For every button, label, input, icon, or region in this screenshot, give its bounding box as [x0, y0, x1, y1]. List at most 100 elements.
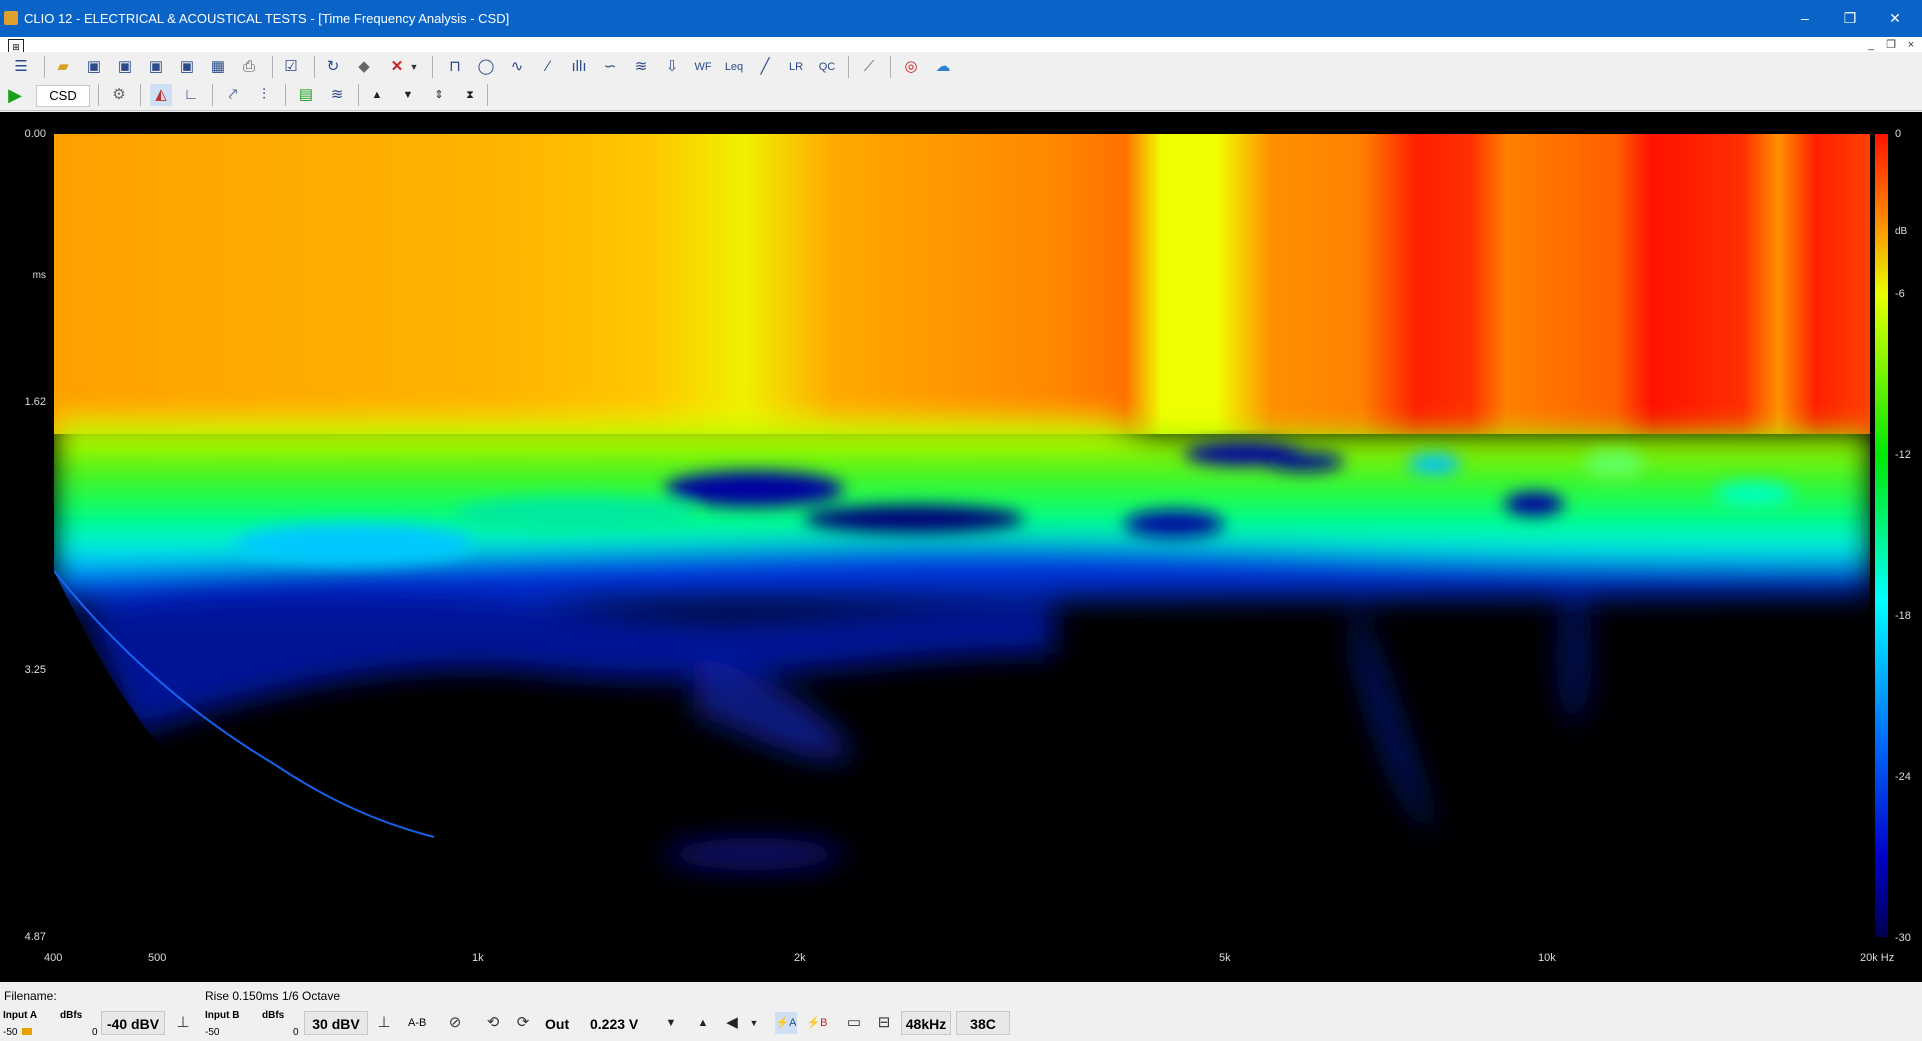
settings-gear-icon[interactable]: ⚙ — [108, 84, 130, 106]
gen-b-icon[interactable]: ⚡B — [806, 1012, 828, 1034]
gen-a-icon[interactable]: ⚡A — [775, 1012, 797, 1034]
y-tick-label: 4.87 — [24, 931, 46, 943]
separator — [487, 84, 488, 106]
delete-icon[interactable]: ✕ — [386, 56, 408, 78]
y-tick-label: 3.25 — [24, 664, 46, 676]
colorbar-tick-label: -6 — [1895, 288, 1905, 300]
save-icon[interactable]: ▣ — [83, 56, 105, 78]
input-a-range-button[interactable]: -40 dBV — [101, 1011, 165, 1035]
qc-icon[interactable]: QC — [816, 56, 838, 78]
hardware-icon[interactable]: ▭ — [843, 1012, 865, 1034]
mode-selector[interactable]: CSD — [36, 85, 90, 107]
loop-b-icon[interactable]: ⟳ — [512, 1012, 534, 1034]
colorbar-tick-label: 0 — [1895, 128, 1902, 140]
fft-icon[interactable]: ∿ — [506, 56, 528, 78]
csd-plot-panel[interactable]: 0.00 ms 1.62 3.25 4.87 400 500 1k 2k 5k … — [0, 112, 1922, 982]
output-down-icon[interactable]: ▼ — [660, 1012, 682, 1034]
menu-icon[interactable]: ☰ — [10, 56, 32, 78]
chevron-down-icon[interactable]: ▼ — [408, 56, 420, 78]
output-level[interactable]: 0.223 V — [590, 1016, 638, 1032]
input-b-label: Input B — [205, 1010, 240, 1021]
input-a-label: Input A — [3, 1010, 38, 1021]
y-tick-label: 1.62 — [24, 396, 46, 408]
input-b-coupling-icon[interactable]: ⊥ — [373, 1012, 395, 1034]
mdi-restore-button[interactable]: ❐ — [1884, 38, 1898, 52]
ruler-icon[interactable]: ⟋ — [858, 56, 880, 78]
save-image-icon[interactable]: ▣ — [176, 56, 198, 78]
main-toolbar: ☰ ▰ ▣ ▣ ▣ ▣ ▦ ⎙ ☑ ↻ ◆ ✕ ▼ ⊓ ◯ ∿ ∕ ıllı ∽… — [0, 52, 1922, 82]
title-bar: CLIO 12 - ELECTRICAL & ACOUSTICAL TESTS … — [0, 0, 1922, 37]
waterfall-view-icon[interactable]: ◭ — [150, 84, 172, 106]
measurement-toolbar: ▶ CSD ⚙ ◭ ∟ ⤤ ⫶ ▤ ≋ ▲ ▼ ⇕ ⧗ — [0, 82, 1922, 111]
arrow-down-icon[interactable]: ▼ — [397, 84, 419, 106]
app-logo-icon — [4, 11, 18, 25]
minimize-button[interactable]: – — [1790, 6, 1820, 30]
csd-spectrogram[interactable] — [54, 134, 1870, 937]
temperature-display: 38C — [956, 1011, 1010, 1035]
print-icon[interactable]: ⎙ — [238, 56, 260, 78]
input-a-coupling-icon[interactable]: ⊥ — [172, 1012, 194, 1034]
separator — [314, 56, 315, 78]
colorbar-tick-label: -12 — [1895, 449, 1911, 461]
expand-icon[interactable]: ⇕ — [428, 84, 450, 106]
checklist-icon[interactable]: ☑ — [280, 56, 302, 78]
status-bar: Filename: Rise 0.150ms 1/6 Octave Input … — [0, 983, 1922, 1041]
x-tick-label: 2k — [794, 952, 806, 964]
microphone-icon[interactable]: ⇩ — [661, 56, 683, 78]
speaker-icon[interactable]: ◀ — [721, 1012, 743, 1034]
x-tick-label: 10k — [1538, 952, 1556, 964]
separator — [848, 56, 849, 78]
colormap-icon[interactable]: ▤ — [295, 84, 317, 106]
a-minus-b-button[interactable]: A-B — [408, 1017, 426, 1029]
calendar-icon[interactable]: ▦ — [207, 56, 229, 78]
color-scale-bar — [1875, 134, 1888, 937]
axis-icon[interactable]: ∟ — [180, 84, 202, 106]
multimeter-icon[interactable]: ⊓ — [444, 56, 466, 78]
cloud-icon[interactable]: ☁ — [932, 56, 954, 78]
mdi-close-button[interactable]: × — [1904, 38, 1918, 52]
open-folder-icon[interactable]: ▰ — [52, 56, 74, 78]
sample-rate-button[interactable]: 48kHz — [901, 1011, 951, 1035]
help-icon[interactable]: ◎ — [900, 56, 922, 78]
rise-time: Rise 0.150ms — [205, 989, 279, 1003]
input-b-range-button[interactable]: 30 dBV — [304, 1011, 368, 1035]
arrow-up-icon[interactable]: ▲ — [366, 84, 388, 106]
close-button[interactable]: ✕ — [1880, 6, 1910, 30]
mdi-minimize-button[interactable]: _ — [1864, 38, 1878, 52]
rta-icon[interactable]: ıllı — [568, 56, 590, 78]
output-label: Out — [545, 1016, 570, 1032]
speaker-dropdown-icon[interactable]: ▼ — [748, 1012, 760, 1034]
play-icon[interactable]: ▶ — [4, 84, 26, 106]
chart-bars-icon[interactable]: ⫶ — [253, 84, 275, 106]
lr-icon[interactable]: LR — [785, 56, 807, 78]
separator — [358, 84, 359, 106]
loop-a-icon[interactable]: ⟲ — [482, 1012, 504, 1034]
phase-icon[interactable]: ⊘ — [444, 1012, 466, 1034]
spectrogram-canvas — [54, 134, 1870, 937]
save-settings-icon[interactable]: ▣ — [114, 56, 136, 78]
colorbar-tick-label: -30 — [1895, 932, 1911, 944]
separator — [98, 84, 99, 106]
restore-button[interactable]: ❐ — [1835, 6, 1865, 30]
x-tick-label: 5k — [1219, 952, 1231, 964]
linearity-icon[interactable]: ╱ — [754, 56, 776, 78]
chart-icon[interactable]: ⤤ — [222, 84, 244, 106]
mls-icon[interactable]: ∽ — [599, 56, 621, 78]
wf-icon[interactable]: WF — [692, 56, 714, 78]
filename-label: Filename: — [4, 989, 57, 1003]
leq-icon[interactable]: Leq — [723, 56, 745, 78]
output-up-icon[interactable]: ▲ — [692, 1012, 714, 1034]
refresh-icon[interactable]: ↻ — [322, 56, 344, 78]
input-a-level-meter — [22, 1028, 32, 1035]
export-icon[interactable]: ▣ — [145, 56, 167, 78]
eraser-icon[interactable]: ◆ — [353, 56, 375, 78]
waterfall-icon[interactable]: ≋ — [630, 56, 652, 78]
device-icon[interactable]: ⊟ — [873, 1012, 895, 1034]
oscilloscope-icon[interactable]: ◯ — [475, 56, 497, 78]
sinusoidal-icon[interactable]: ∕ — [537, 56, 559, 78]
lines-icon[interactable]: ≋ — [326, 84, 348, 106]
colorbar-unit: dB — [1895, 226, 1908, 237]
compress-icon[interactable]: ⧗ — [459, 84, 481, 106]
input-a-units: dBfs — [60, 1010, 83, 1021]
input-a-scale-max: 0 — [92, 1027, 98, 1038]
